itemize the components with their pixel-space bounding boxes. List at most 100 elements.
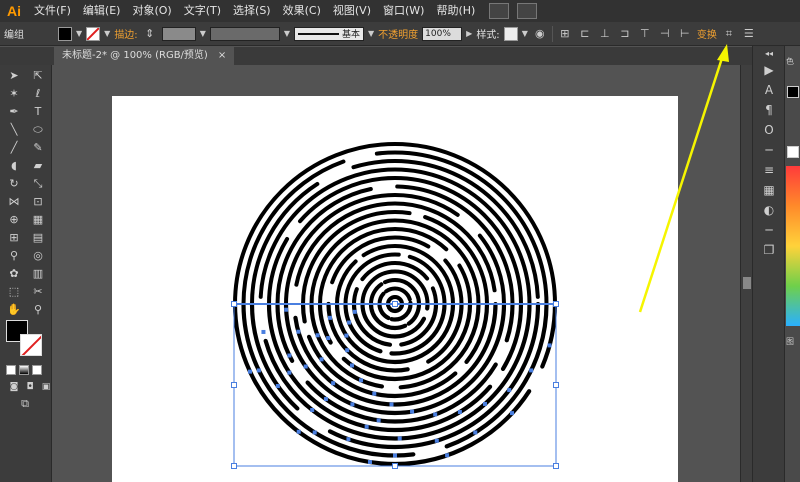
- magic-wand-tool-icon[interactable]: ✶: [3, 85, 25, 102]
- width-tool-icon[interactable]: ⋈: [3, 193, 25, 210]
- align-top-icon[interactable]: ⊤: [637, 26, 653, 42]
- resize-handle[interactable]: [231, 301, 237, 307]
- anchor-point[interactable]: [247, 369, 252, 374]
- chevron-down-icon[interactable]: ▼: [284, 29, 290, 38]
- scrollbar-thumb[interactable]: [743, 277, 751, 289]
- anchor-point[interactable]: [359, 378, 364, 383]
- menu-edit[interactable]: 编辑(E): [77, 0, 127, 22]
- hand-tool-icon[interactable]: ✋: [3, 301, 25, 318]
- draw-behind-icon[interactable]: ◘: [24, 381, 36, 393]
- chevron-down-icon[interactable]: ▶: [466, 29, 472, 38]
- stroke-weight-field[interactable]: [161, 26, 196, 41]
- perspective-grid-tool-icon[interactable]: ▦: [27, 211, 49, 228]
- menu-object[interactable]: 对象(O): [126, 0, 177, 22]
- opacity-field[interactable]: 100%: [422, 26, 463, 41]
- anchor-point[interactable]: [397, 436, 402, 441]
- anchor-point[interactable]: [434, 438, 439, 443]
- anchor-point[interactable]: [376, 418, 381, 423]
- menu-type[interactable]: 文字(T): [178, 0, 227, 22]
- slice-tool-icon[interactable]: ✂: [27, 283, 49, 300]
- selection-tool-icon[interactable]: ➤: [3, 67, 25, 84]
- anchor-point[interactable]: [296, 429, 301, 434]
- anchor-point[interactable]: [275, 384, 280, 389]
- fill-swatch[interactable]: [58, 26, 72, 41]
- panel-collapse-icon[interactable]: ◂◂: [753, 46, 785, 60]
- anchor-point[interactable]: [473, 430, 478, 435]
- direct-selection-tool-icon[interactable]: ⇱: [27, 67, 49, 84]
- gradient-mode-icon[interactable]: [19, 365, 29, 375]
- anchor-point[interactable]: [482, 401, 487, 406]
- color-mode-icon[interactable]: [6, 365, 16, 375]
- color-spectrum[interactable]: [786, 166, 800, 326]
- resize-handle[interactable]: [553, 301, 559, 307]
- zoom-tool-icon[interactable]: ⚲: [27, 301, 49, 318]
- blend-tool-icon[interactable]: ◎: [27, 247, 49, 264]
- chevron-down-icon[interactable]: ▼: [76, 29, 82, 38]
- anchor-point[interactable]: [349, 363, 354, 368]
- resize-handle[interactable]: [553, 463, 559, 469]
- anchor-point[interactable]: [319, 357, 324, 362]
- anchor-point[interactable]: [350, 402, 355, 407]
- menu-view[interactable]: 视图(V): [327, 0, 377, 22]
- scale-tool-icon[interactable]: ⤡: [27, 175, 49, 192]
- anchor-point[interactable]: [261, 329, 266, 334]
- ellipse-tool-icon[interactable]: ⬭: [27, 121, 49, 138]
- pen-tool-icon[interactable]: ✒: [3, 103, 25, 120]
- resize-handle[interactable]: [231, 382, 237, 388]
- symbol-sprayer-tool-icon[interactable]: ✿: [3, 265, 25, 282]
- stroke-stepper-icon[interactable]: ⇕: [142, 26, 158, 42]
- isolate-icon[interactable]: ⌗: [721, 26, 737, 42]
- column-graph-tool-icon[interactable]: ▥: [27, 265, 49, 282]
- menu-window[interactable]: 窗口(W): [377, 0, 430, 22]
- anchor-point[interactable]: [287, 370, 292, 375]
- menu-file[interactable]: 文件(F): [28, 0, 77, 22]
- anchor-point[interactable]: [347, 320, 352, 325]
- align-right-icon[interactable]: ⊐: [617, 26, 633, 42]
- fingerprint-artwork[interactable]: [112, 96, 678, 482]
- draw-normal-icon[interactable]: ◙: [8, 381, 20, 393]
- anchor-point[interactable]: [310, 407, 315, 412]
- opentype-panel-icon[interactable]: O: [753, 120, 785, 140]
- resize-handle[interactable]: [392, 463, 398, 469]
- eyedropper-tool-icon[interactable]: ⚲: [3, 247, 25, 264]
- actions-play-icon[interactable]: ▶: [753, 60, 785, 80]
- graphic-style-swatch[interactable]: [503, 26, 518, 41]
- anchor-point[interactable]: [256, 368, 261, 373]
- artboard-tool-icon[interactable]: ⬚: [3, 283, 25, 300]
- stroke-color-box[interactable]: [20, 334, 42, 356]
- anchor-point[interactable]: [296, 329, 301, 334]
- anchor-point[interactable]: [327, 315, 332, 320]
- arrange-documents-icon[interactable]: [517, 3, 538, 19]
- anchor-point[interactable]: [303, 364, 308, 369]
- menu-effect[interactable]: 效果(C): [277, 0, 327, 22]
- stroke-swatch[interactable]: [86, 26, 101, 41]
- transparency-panel-icon[interactable]: ◐: [753, 200, 785, 220]
- anchor-point[interactable]: [344, 333, 349, 338]
- variable-width-profile[interactable]: [209, 26, 280, 41]
- anchor-point[interactable]: [284, 307, 289, 312]
- align-to-icon[interactable]: ⊞: [557, 26, 573, 42]
- menu-select[interactable]: 选择(S): [227, 0, 277, 22]
- anchor-point[interactable]: [457, 410, 462, 415]
- anchor-point[interactable]: [352, 309, 357, 314]
- anchor-point[interactable]: [445, 453, 450, 458]
- gradient-tool-icon[interactable]: ▤: [27, 229, 49, 246]
- transform-link[interactable]: 变换: [697, 26, 717, 41]
- rotate-tool-icon[interactable]: ↻: [3, 175, 25, 192]
- chevron-down-icon[interactable]: ▼: [104, 29, 110, 38]
- lasso-tool-icon[interactable]: ℓ: [27, 85, 49, 102]
- type-tool-icon[interactable]: T: [27, 103, 49, 120]
- chevron-down-icon[interactable]: ▼: [368, 29, 374, 38]
- character-panel-icon[interactable]: A: [753, 80, 785, 100]
- anchor-point[interactable]: [389, 402, 394, 407]
- line-tool-icon[interactable]: ╲: [3, 121, 25, 138]
- align-bottom-icon[interactable]: ⊢: [677, 26, 693, 42]
- brush-definition[interactable]: 基本: [294, 26, 364, 41]
- anchor-point[interactable]: [547, 343, 552, 348]
- align-center-icon[interactable]: ⊥: [597, 26, 613, 42]
- close-icon[interactable]: ×: [218, 47, 226, 65]
- chevron-down-icon[interactable]: ▼: [200, 29, 206, 38]
- free-transform-tool-icon[interactable]: ⊡: [27, 193, 49, 210]
- anchor-point[interactable]: [410, 409, 415, 414]
- mesh-tool-icon[interactable]: ⊞: [3, 229, 25, 246]
